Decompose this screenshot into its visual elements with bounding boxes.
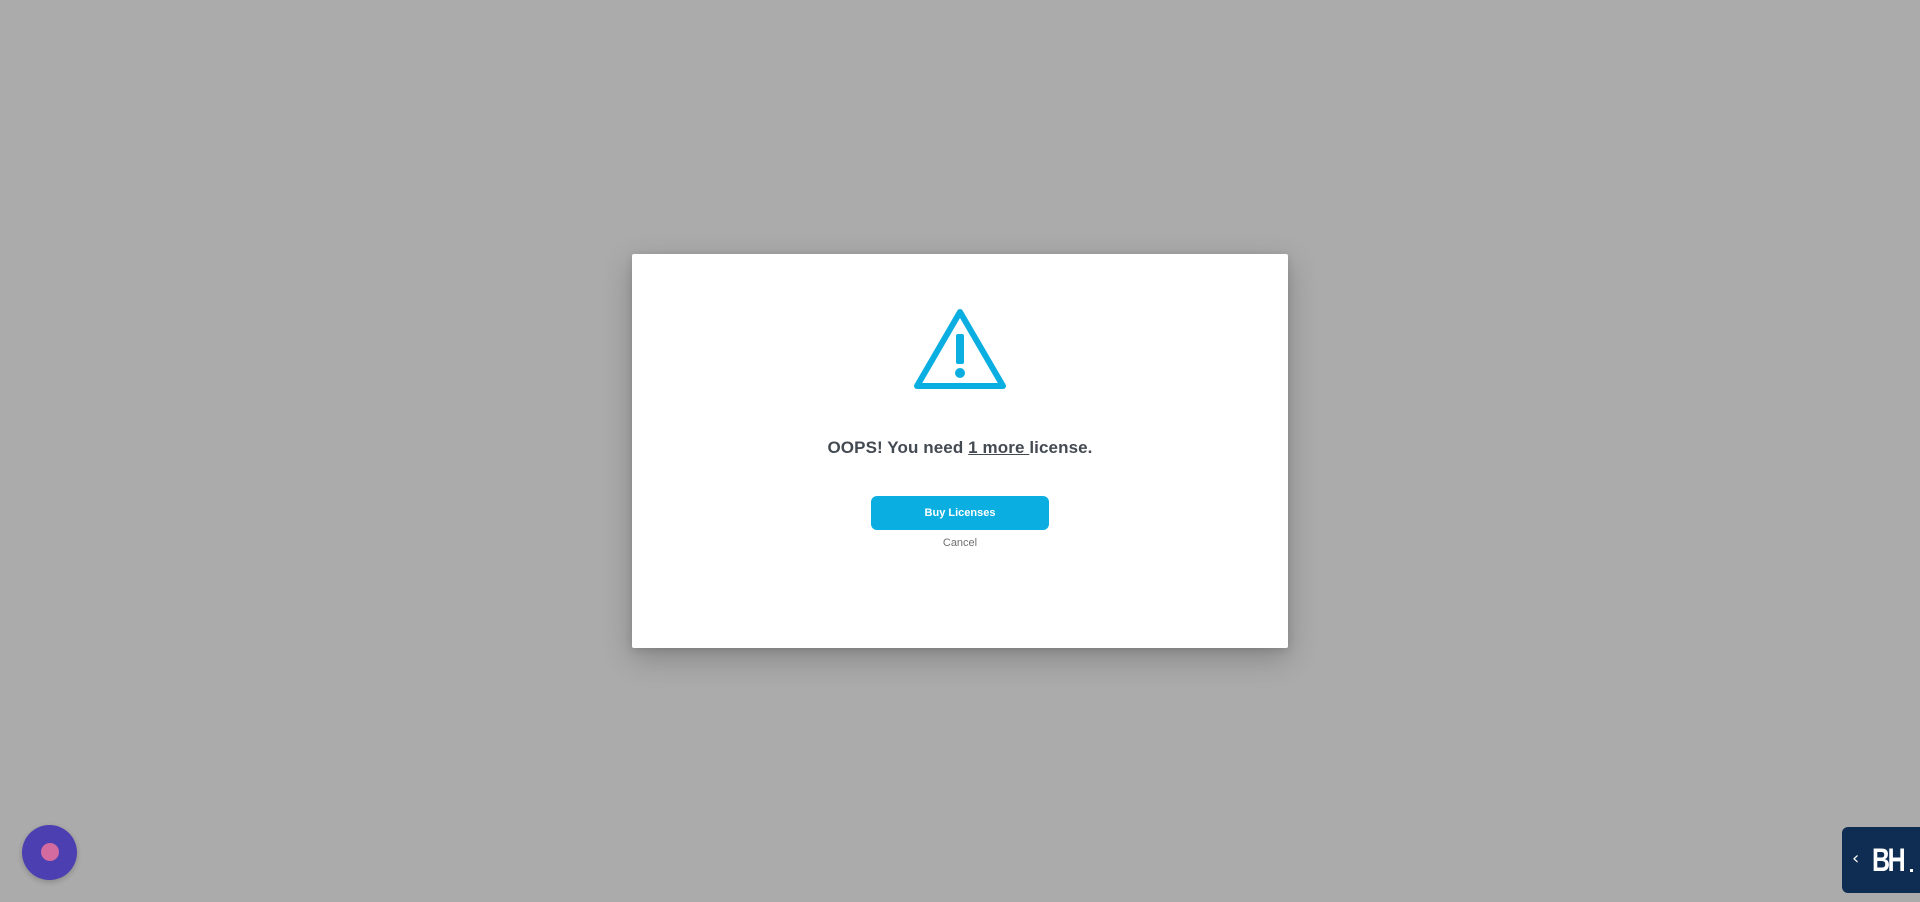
chat-launcher-button[interactable] <box>22 825 77 880</box>
brand-logo: BH <box>1872 842 1906 878</box>
brand-tab-toggle[interactable]: ‹ BH <box>1842 827 1920 893</box>
buy-licenses-button[interactable]: Buy Licenses <box>871 496 1049 530</box>
cancel-link[interactable]: Cancel <box>632 537 1288 549</box>
license-message: OOPS! You need 1 more license. <box>632 438 1288 458</box>
license-warning-dialog: OOPS! You need 1 more license. Buy Licen… <box>632 254 1288 648</box>
chat-launcher-icon <box>41 843 59 861</box>
chevron-left-icon: ‹ <box>1852 848 1860 869</box>
message-prefix: OOPS! You need <box>827 438 969 457</box>
licenses-needed-count: 1 more <box>968 438 1030 457</box>
warning-triangle-icon <box>914 309 1006 389</box>
brand-logo-dot <box>1910 869 1913 872</box>
message-suffix: license. <box>1029 438 1093 457</box>
